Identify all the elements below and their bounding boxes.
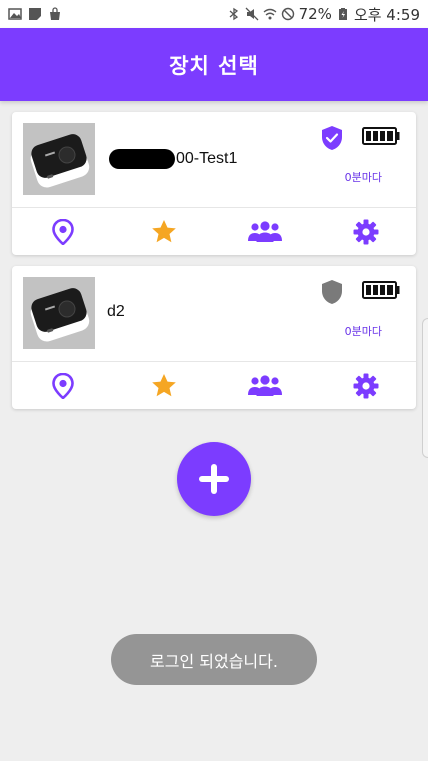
settings-gear-icon [353, 219, 378, 244]
device-card-header[interactable]: 00-Test1 0분마다 [12, 112, 416, 207]
edge-panel-handle[interactable] [422, 318, 428, 458]
device-name-redaction [109, 149, 175, 169]
battery-full-icon [362, 281, 400, 299]
mute-icon [245, 7, 259, 21]
image-icon [8, 8, 22, 20]
update-interval: 0분마다 [344, 325, 382, 338]
note-icon [29, 8, 41, 20]
shopping-bag-icon [50, 7, 60, 20]
members-button[interactable] [214, 362, 315, 409]
shield-check-icon[interactable] [320, 125, 344, 151]
settings-gear-icon [353, 373, 378, 398]
location-button[interactable] [12, 208, 113, 255]
do-not-disturb-icon [281, 7, 294, 21]
battery-charging-icon [338, 8, 347, 20]
star-icon [151, 374, 176, 397]
star-icon [151, 220, 176, 243]
location-button[interactable] [12, 362, 113, 409]
device-card: d2 0분마다 [12, 266, 416, 409]
update-interval: 0분마다 [344, 171, 382, 184]
clock: 오후 4:59 [353, 5, 420, 24]
device-actions [12, 208, 416, 255]
favorite-button[interactable] [113, 362, 214, 409]
device-card: 00-Test1 0분마다 [12, 112, 416, 255]
add-device-button[interactable] [177, 442, 251, 516]
toast-message: 로그인 되었습니다. [111, 634, 317, 685]
favorite-button[interactable] [113, 208, 214, 255]
location-pin-icon [51, 372, 74, 399]
bluetooth-icon [229, 7, 238, 21]
group-icon [247, 374, 282, 396]
device-thumbnail [23, 123, 95, 195]
settings-button[interactable] [315, 208, 416, 255]
device-actions [12, 362, 416, 409]
device-thumbnail [23, 277, 95, 349]
status-bar-right: 72% 오후 4:59 [227, 4, 420, 25]
battery-percent: 72% [298, 5, 332, 23]
plus-icon [199, 464, 229, 494]
members-button[interactable] [214, 208, 315, 255]
device-name-text: 00-Test1 [176, 150, 238, 168]
status-bar: 72% 오후 4:59 [0, 0, 428, 28]
location-pin-icon [51, 218, 74, 245]
settings-button[interactable] [315, 362, 416, 409]
wifi-icon [263, 8, 277, 20]
page-title: 장치 선택 [169, 53, 259, 78]
device-card-header[interactable]: d2 0분마다 [12, 266, 416, 361]
status-bar-left [8, 7, 62, 21]
device-name: d2 [107, 303, 125, 320]
group-icon [247, 220, 282, 242]
battery-full-icon [362, 127, 400, 145]
device-name: 00-Test1 [107, 149, 237, 169]
app-bar: 장치 선택 [0, 28, 428, 101]
shield-icon[interactable] [320, 279, 344, 305]
